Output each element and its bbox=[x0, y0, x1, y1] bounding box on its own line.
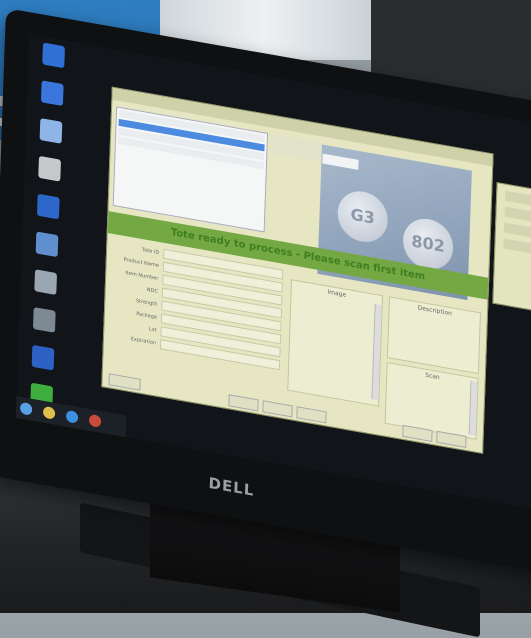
scan-panel: Scan bbox=[384, 361, 479, 440]
app-shortcut-icon[interactable] bbox=[31, 344, 55, 371]
printer-icon[interactable] bbox=[34, 269, 58, 295]
taskbar bbox=[15, 396, 127, 438]
app-icon[interactable] bbox=[19, 422, 32, 437]
computer-icon[interactable] bbox=[39, 118, 63, 144]
recycle-bin-icon[interactable] bbox=[38, 155, 62, 182]
pill-left: G3 bbox=[336, 187, 389, 246]
browser-icon[interactable] bbox=[66, 409, 79, 424]
start-icon[interactable] bbox=[19, 401, 33, 416]
app-shortcut-icon[interactable] bbox=[36, 193, 60, 220]
screen: G3 802 Tote ready to process - Please sc… bbox=[15, 34, 531, 517]
document-icon[interactable] bbox=[35, 231, 59, 258]
app-icon[interactable] bbox=[89, 413, 102, 428]
folder-icon[interactable] bbox=[32, 307, 56, 333]
action-button[interactable] bbox=[262, 400, 293, 418]
folder-icon[interactable] bbox=[42, 405, 56, 420]
image-panel-label: Image bbox=[327, 288, 347, 299]
desktop-icons bbox=[30, 42, 69, 425]
app-window: G3 802 Tote ready to process - Please sc… bbox=[101, 86, 494, 454]
image-compare-panel: Image bbox=[287, 279, 384, 407]
action-button[interactable] bbox=[296, 406, 327, 424]
order-list[interactable] bbox=[112, 106, 269, 233]
app-shortcut-icon[interactable] bbox=[42, 42, 65, 69]
options-panel[interactable] bbox=[269, 133, 323, 163]
brand-logo: DELL bbox=[208, 473, 255, 500]
app-shortcut-icon[interactable] bbox=[40, 80, 64, 107]
field[interactable] bbox=[503, 238, 531, 262]
secondary-window bbox=[492, 182, 531, 320]
description-panel: Description bbox=[386, 296, 481, 375]
description-panel-label: Description bbox=[417, 304, 452, 318]
